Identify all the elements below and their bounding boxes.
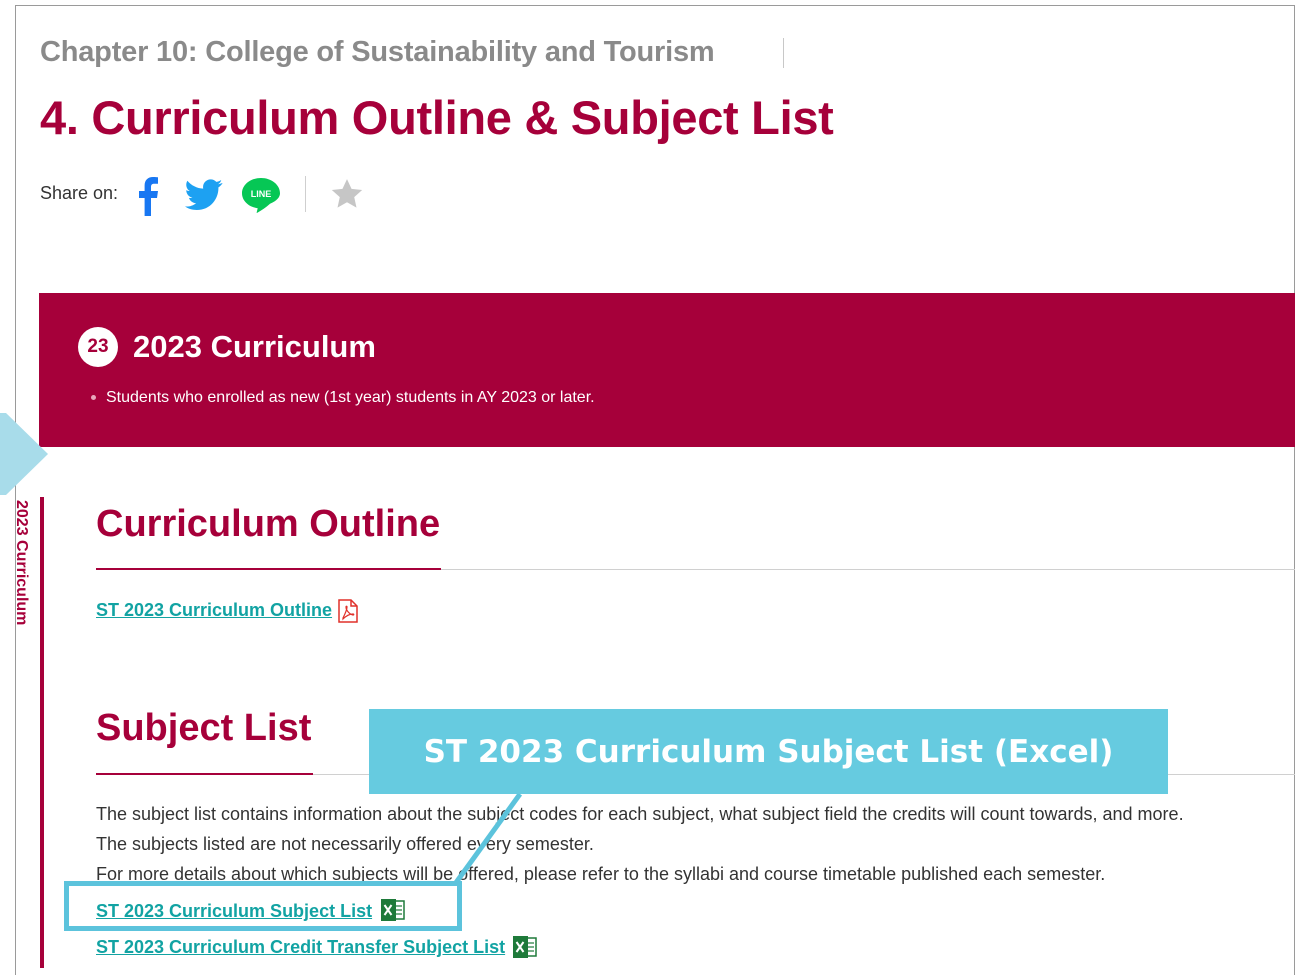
curriculum-outline-link[interactable]: ST 2023 Curriculum Outline <box>96 600 332 621</box>
curriculum-outline-heading: Curriculum Outline <box>96 503 441 545</box>
credit-transfer-subject-list-link[interactable]: ST 2023 Curriculum Credit Transfer Subje… <box>96 937 505 958</box>
callout-label: ST 2023 Curriculum Subject List (Excel) <box>369 709 1168 794</box>
chapter-divider <box>783 38 784 68</box>
year-badge: 23 <box>78 327 118 367</box>
page-frame <box>15 5 1295 975</box>
curriculum-banner: 23 2023 Curriculum Students who enrolled… <box>39 293 1295 447</box>
subject-list-underline <box>96 773 313 775</box>
subject-list-note: The subjects listed are not necessarily … <box>96 834 594 854</box>
highlight-box <box>64 881 462 931</box>
page-title: 4. Curriculum Outline & Subject List <box>40 91 834 144</box>
bullet-icon <box>91 395 96 400</box>
section-side-bar <box>40 497 44 968</box>
arrow-icon <box>0 413 48 495</box>
chapter-title: Chapter 10: College of Sustainability an… <box>40 36 715 68</box>
share-label: Share on: <box>40 183 119 203</box>
subject-list-heading: Subject List <box>96 707 312 749</box>
star-icon[interactable] <box>330 177 364 211</box>
outline-underline <box>96 568 441 570</box>
twitter-icon[interactable] <box>185 179 223 211</box>
banner-title: 2023 Curriculum <box>133 329 376 364</box>
line-icon[interactable]: LINE <box>241 176 281 214</box>
facebook-icon[interactable] <box>136 176 160 216</box>
line-icon-text: LINE <box>251 189 272 199</box>
pdf-icon[interactable] <box>337 599 359 623</box>
subject-list-description: The subject list contains information ab… <box>96 804 1184 824</box>
banner-note: Students who enrolled as new (1st year) … <box>106 389 595 406</box>
side-section-label: 2023 Curriculum <box>13 500 30 626</box>
excel-icon[interactable] <box>512 935 538 959</box>
share-divider <box>305 176 306 212</box>
